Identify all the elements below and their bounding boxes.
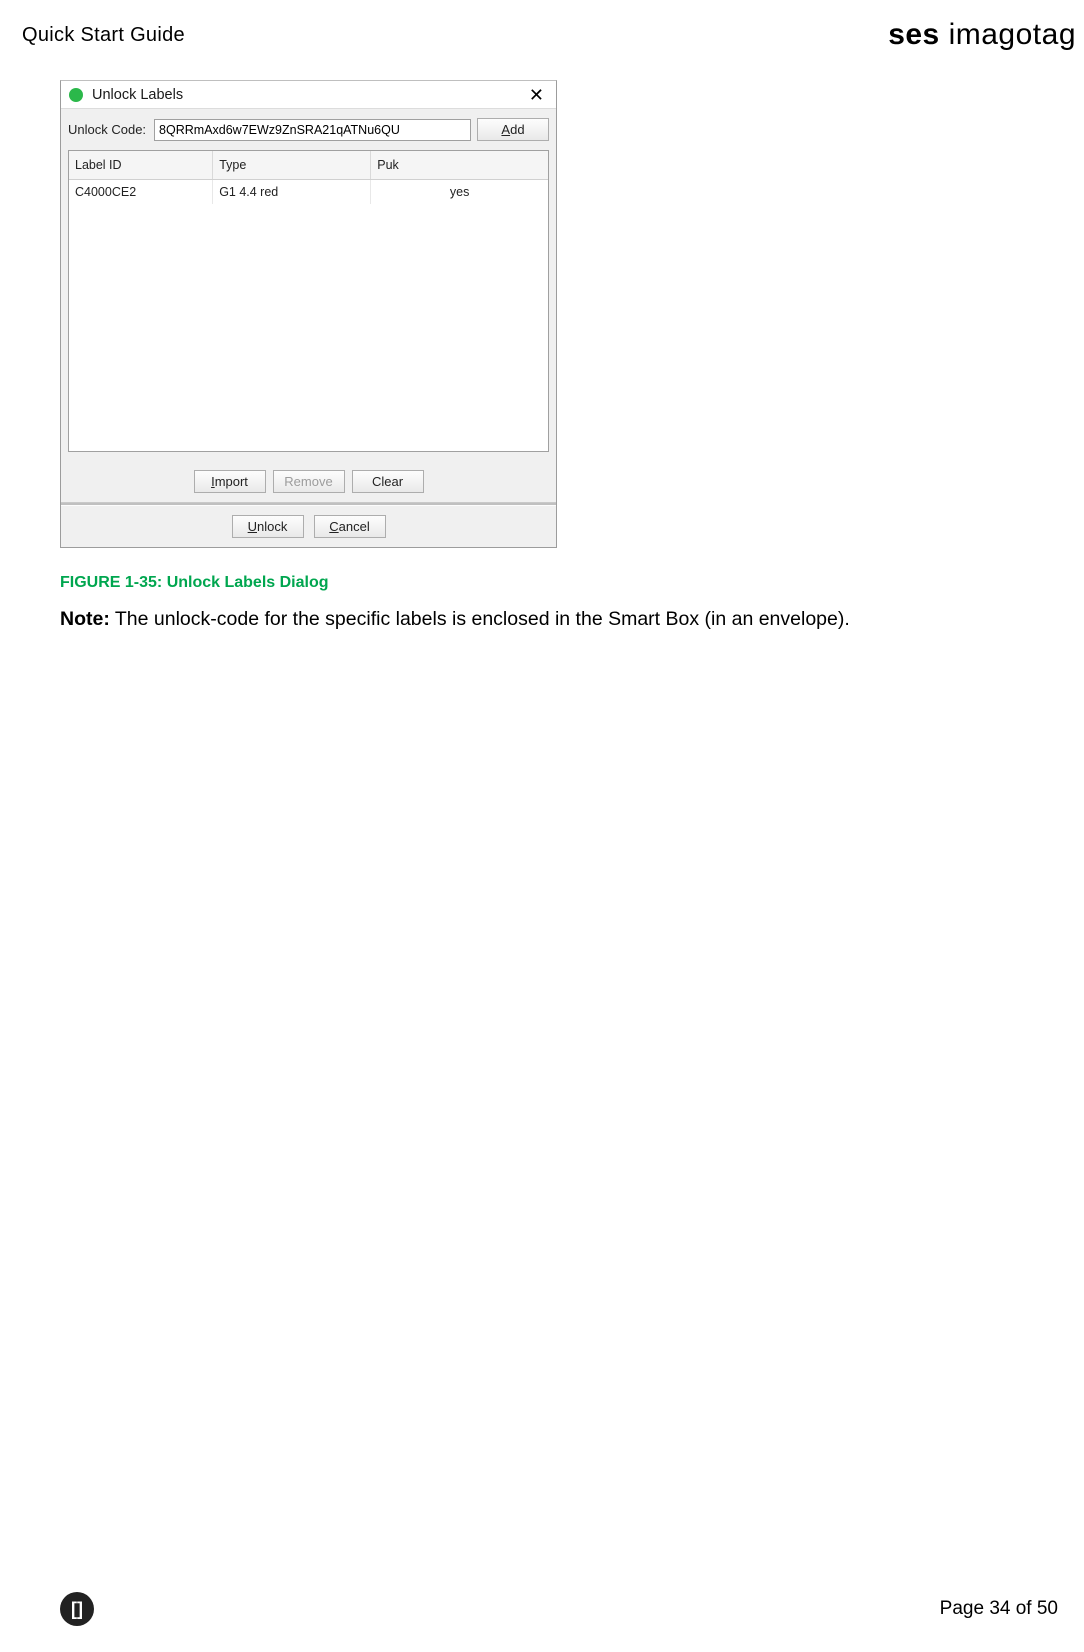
note-text: The unlock-code for the specific labels … [110,608,850,630]
page-footer: [] Page 34 of 50 [60,1592,1058,1626]
figure-caption: FIGURE 1-35: Unlock Labels Dialog [60,574,1064,592]
brand-light: imagotag [940,18,1076,51]
close-icon[interactable]: ✕ [525,86,548,104]
unlock-code-label: Unlock Code: [68,123,148,136]
col-puk[interactable]: Puk [371,151,548,180]
add-button[interactable]: Add [477,118,549,141]
import-button[interactable]: Import [194,470,266,493]
dialog-title: Unlock Labels [92,88,525,103]
col-label-id[interactable]: Label ID [69,151,213,180]
col-type[interactable]: Type [213,151,371,180]
clear-button[interactable]: Clear [352,470,424,493]
cancel-button[interactable]: Cancel [314,515,386,538]
table-buttons-row: Import Remove Clear [61,462,556,503]
labels-table-wrap: Label ID Type Puk C4000CE2 G1 4.4 red ye… [68,150,549,452]
cell-type: G1 4.4 red [213,180,371,205]
brand-bold: ses [888,18,940,51]
page-header: Quick Start Guide ses imagotag [22,18,1076,52]
brand-logo: ses imagotag [888,18,1076,52]
note-label: Note: [60,608,110,630]
status-dot-icon [69,88,83,102]
note-paragraph: Note: The unlock-code for the specific l… [60,606,1064,632]
unlock-code-row: Unlock Code: Add [61,109,556,150]
dialog-title-bar: Unlock Labels ✕ [61,81,556,109]
unlock-button[interactable]: Unlock [232,515,304,538]
labels-table: Label ID Type Puk C4000CE2 G1 4.4 red ye… [69,151,548,204]
page-number: Page 34 of 50 [940,1598,1058,1620]
table-row[interactable]: C4000CE2 G1 4.4 red yes [69,180,548,205]
unlock-labels-dialog: Unlock Labels ✕ Unlock Code: Add [60,80,557,548]
dialog-buttons-row: Unlock Cancel [61,505,556,547]
cell-label-id: C4000CE2 [69,180,213,205]
document-title: Quick Start Guide [22,24,185,47]
unlock-code-input[interactable] [154,119,471,141]
footer-badge-icon: [] [60,1592,94,1626]
remove-button[interactable]: Remove [273,470,345,493]
cell-puk: yes [371,180,548,205]
